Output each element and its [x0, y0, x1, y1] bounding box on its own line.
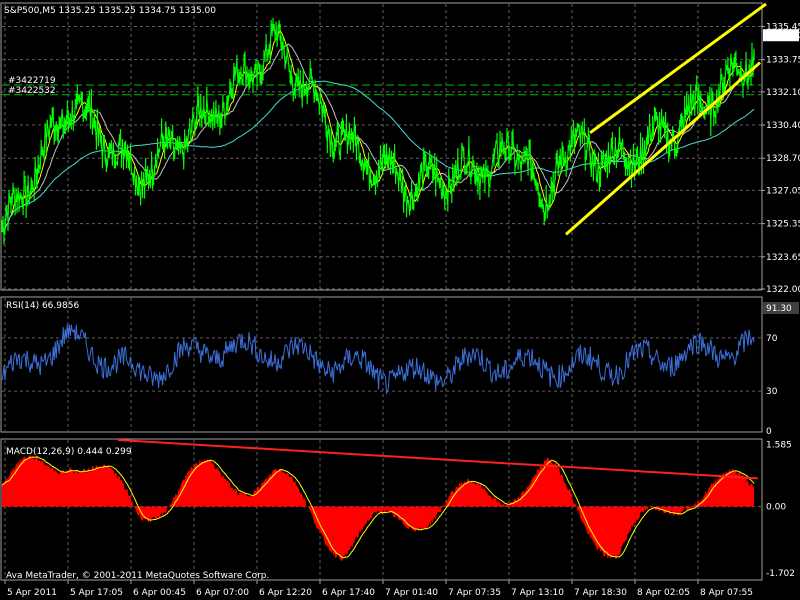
time-tick-label: 6 Apr 12:20	[259, 588, 312, 598]
rsi-tick-label: 70	[766, 334, 778, 344]
macd-tick-label: 0.00	[766, 503, 786, 513]
time-tick-label: 6 Apr 17:40	[322, 588, 375, 598]
rsi-tick-label: 30	[766, 387, 778, 397]
rsi-title: RSI(14) 66.9856	[6, 301, 79, 311]
time-tick-label: 6 Apr 00:45	[133, 588, 186, 598]
time-tick-label: 7 Apr 13:10	[511, 588, 564, 598]
macd-title: MACD(12,26,9) 0.444 0.299	[6, 447, 132, 457]
macd-tick-label: -1.702	[766, 569, 795, 579]
price-tick-label: 1322.00	[766, 285, 800, 295]
price-tick-label: 1323.65	[766, 253, 800, 263]
copyright-text: Ava MetaTrader, © 2001-2011 MetaQuotes S…	[6, 571, 269, 581]
time-tick-label: 8 Apr 07:55	[700, 588, 753, 598]
time-tick-label: 7 Apr 18:30	[574, 588, 627, 598]
time-tick-label: 7 Apr 01:40	[385, 588, 438, 598]
order-label: #3422719	[8, 76, 56, 86]
time-tick-label: 5 Apr 17:05	[70, 588, 123, 598]
macd-tick-label: 1.585	[766, 441, 792, 451]
time-tick-label: 7 Apr 07:35	[448, 588, 501, 598]
order-label: #3422532	[8, 86, 56, 96]
rsi-current-label: 91.30	[766, 304, 792, 314]
chart-title: S&P500,M5 1335.25 1335.25 1334.75 1335.0…	[4, 6, 216, 16]
metatrader-chart[interactable]: #3422719#3422532 1335.451333.751332.1013…	[0, 0, 800, 600]
price-tick-label: 1327.05	[766, 186, 800, 196]
time-tick-label: 5 Apr 2011	[7, 588, 57, 598]
price-tick-label: 1330.40	[766, 121, 800, 131]
price-tick-label: 1325.35	[766, 220, 800, 230]
time-tick-label: 6 Apr 07:00	[196, 588, 249, 598]
rsi-tick-label: 0	[766, 427, 772, 437]
time-tick-label: 8 Apr 02:05	[637, 588, 690, 598]
current-price-label: 1335.00	[766, 31, 800, 41]
price-tick-label: 1332.10	[766, 88, 800, 98]
price-tick-label: 1328.70	[766, 154, 800, 164]
price-tick-label: 1333.75	[766, 56, 800, 66]
